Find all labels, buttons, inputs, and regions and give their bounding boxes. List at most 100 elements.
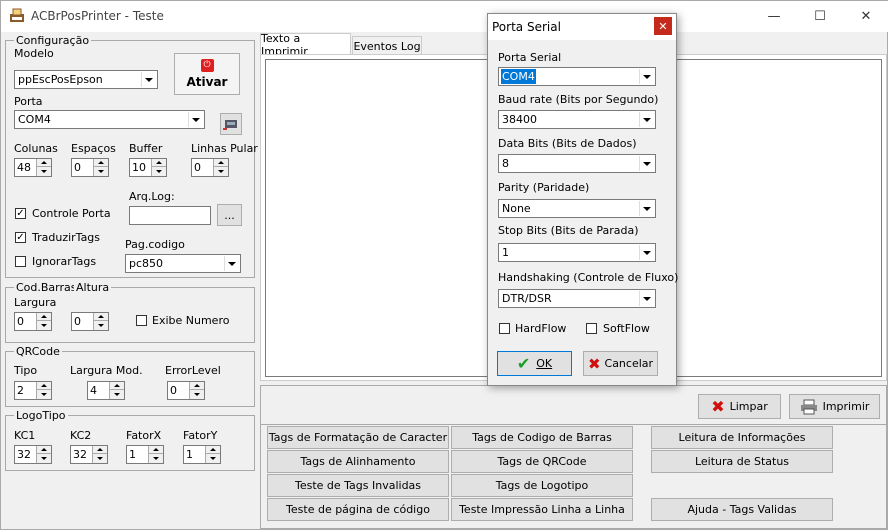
ativar-button[interactable]: ⏻ Ativar: [174, 53, 240, 95]
ignorar-tags-checkbox[interactable]: [15, 256, 26, 267]
buffer-spin[interactable]: 10: [129, 158, 167, 177]
chevron-down-icon[interactable]: [639, 291, 654, 306]
spin-down-icon[interactable]: [206, 454, 220, 462]
spin-up-icon[interactable]: [37, 382, 51, 390]
chevron-down-icon[interactable]: [188, 112, 203, 127]
kc1-spin[interactable]: 32: [14, 445, 52, 464]
controle-porta-checkbox[interactable]: ✓: [15, 208, 26, 219]
teste-linha-a-linha-button[interactable]: Teste Impressão Linha a Linha: [451, 498, 633, 521]
spin-down-icon[interactable]: [152, 167, 166, 175]
linhas-pular-label: Linhas Pular: [191, 142, 258, 155]
spin-down-icon[interactable]: [94, 167, 108, 175]
spin-up-icon[interactable]: [149, 446, 163, 454]
limpar-label: Limpar: [729, 400, 768, 413]
spin-up-icon[interactable]: [94, 159, 108, 167]
espacos-label: Espaços: [71, 142, 116, 155]
dialog-close-button[interactable]: ✕: [654, 17, 672, 35]
ok-button[interactable]: ✔ OK: [497, 351, 572, 376]
dialog-title-bar[interactable]: Porta Serial ✕: [488, 14, 676, 40]
data-bits-select[interactable]: 8: [498, 154, 656, 173]
fatorx-spin[interactable]: 1: [126, 445, 164, 464]
chevron-down-icon[interactable]: [639, 112, 654, 127]
fatory-spin[interactable]: 1: [183, 445, 221, 464]
cb-altura-spin[interactable]: 0: [71, 312, 109, 331]
close-window-button[interactable]: ✕: [843, 1, 888, 32]
serial-config-button[interactable]: [220, 113, 242, 135]
ajuda-tags-validas-button[interactable]: Ajuda - Tags Validas: [651, 498, 833, 521]
spin-down-icon[interactable]: [149, 454, 163, 462]
spin-up-icon[interactable]: [214, 159, 228, 167]
chevron-down-icon[interactable]: [639, 201, 654, 216]
kc2-label: KC2: [70, 429, 92, 442]
minimize-button[interactable]: —: [751, 1, 797, 32]
tags-alinhamento-button[interactable]: Tags de Alinhamento: [267, 450, 449, 473]
qr-tipo-spin[interactable]: 2: [14, 381, 52, 400]
spin-down-icon[interactable]: [214, 167, 228, 175]
spin-up-icon[interactable]: [37, 446, 51, 454]
tags-logotipo-button[interactable]: Tags de Logotipo: [451, 474, 633, 497]
controle-porta-label: Controle Porta: [32, 207, 111, 220]
leitura-status-button[interactable]: Leitura de Status: [651, 450, 833, 473]
chevron-down-icon[interactable]: [639, 245, 654, 260]
imprimir-label: Imprimir: [822, 400, 870, 413]
parity-label: Parity (Paridade): [498, 181, 590, 194]
chevron-down-icon[interactable]: [639, 156, 654, 171]
chevron-down-icon[interactable]: [224, 256, 239, 271]
browse-button[interactable]: ...: [217, 204, 242, 226]
tags-qrcode-button[interactable]: Tags de QRCode: [451, 450, 633, 473]
serial-port-icon: [223, 120, 237, 130]
imprimir-button[interactable]: Imprimir: [789, 394, 880, 419]
spin-down-icon[interactable]: [190, 390, 204, 398]
spin-up-icon[interactable]: [37, 313, 51, 321]
spin-up-icon[interactable]: [110, 382, 124, 390]
spin-down-icon[interactable]: [94, 321, 108, 329]
baud-rate-select[interactable]: 38400: [498, 110, 656, 129]
exibe-numero-checkbox[interactable]: [136, 315, 147, 326]
espacos-spin[interactable]: 0: [71, 158, 109, 177]
arq-log-input[interactable]: [129, 206, 211, 225]
spin-down-icon[interactable]: [37, 454, 51, 462]
maximize-button[interactable]: ☐: [797, 1, 843, 32]
tags-codigo-barras-button[interactable]: Tags de Codigo de Barras: [451, 426, 633, 449]
parity-select[interactable]: None: [498, 199, 656, 218]
tab-texto-imprimir[interactable]: Texto a Imprimir: [260, 32, 351, 58]
modelo-select[interactable]: ppEscPosEpson: [14, 70, 158, 89]
spin-down-icon[interactable]: [37, 167, 51, 175]
chevron-down-icon[interactable]: [639, 69, 654, 84]
pag-codigo-select[interactable]: pc850: [125, 254, 241, 273]
traduzir-tags-checkbox[interactable]: ✓: [15, 232, 26, 243]
cancelar-button[interactable]: ✖ Cancelar: [583, 351, 658, 376]
kc2-spin[interactable]: 32: [70, 445, 108, 464]
largura-label: Largura: [14, 296, 57, 309]
cancelar-label: Cancelar: [604, 357, 654, 370]
spin-up-icon[interactable]: [206, 446, 220, 454]
qr-error-spin[interactable]: 0: [167, 381, 205, 400]
linhas-pular-spin[interactable]: 0: [191, 158, 229, 177]
spin-up-icon[interactable]: [190, 382, 204, 390]
spin-up-icon[interactable]: [94, 313, 108, 321]
limpar-button[interactable]: ✖ Limpar: [698, 394, 781, 419]
chevron-down-icon[interactable]: [141, 72, 156, 87]
qr-largura-spin[interactable]: 4: [87, 381, 125, 400]
spin-down-icon[interactable]: [110, 390, 124, 398]
spin-up-icon[interactable]: [152, 159, 166, 167]
hardflow-checkbox[interactable]: [499, 323, 510, 334]
spin-down-icon[interactable]: [37, 390, 51, 398]
porta-select[interactable]: COM4: [14, 110, 205, 129]
title-bar[interactable]: ACBrPosPrinter - Teste — ☐ ✕: [1, 1, 888, 32]
tags-formatacao-button[interactable]: Tags de Formatação de Caracter: [267, 426, 449, 449]
spin-down-icon[interactable]: [37, 321, 51, 329]
cb-largura-spin[interactable]: 0: [14, 312, 52, 331]
colunas-spin[interactable]: 48: [14, 158, 52, 177]
spin-down-icon[interactable]: [93, 454, 107, 462]
handshaking-select[interactable]: DTR/DSR: [498, 289, 656, 308]
teste-pagina-codigo-button[interactable]: Teste de página de código: [267, 498, 449, 521]
leitura-informacoes-button[interactable]: Leitura de Informações: [651, 426, 833, 449]
spin-up-icon[interactable]: [37, 159, 51, 167]
spin-up-icon[interactable]: [93, 446, 107, 454]
teste-tags-invalidas-button[interactable]: Teste de Tags Invalidas: [267, 474, 449, 497]
porta-serial-select[interactable]: COM4: [498, 67, 656, 86]
softflow-checkbox[interactable]: [586, 323, 597, 334]
tab-eventos-log[interactable]: Eventos Log: [352, 36, 422, 55]
stop-bits-select[interactable]: 1: [498, 243, 656, 262]
